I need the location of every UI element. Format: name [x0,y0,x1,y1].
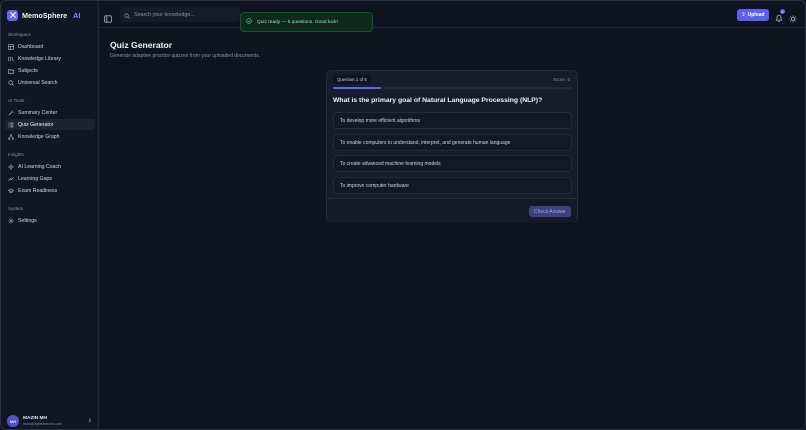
sidebar-item-exam-readiness[interactable]: Exam Readiness [5,185,95,196]
sidebar-item-knowledge-library[interactable]: Knowledge Library [5,53,95,64]
sidebar-item-label: Settings [18,217,37,224]
sidebar-item-quiz-generator[interactable]: Quiz Generator [5,119,95,130]
dashboard-icon [8,43,14,50]
library-icon [8,56,14,62]
quiz-icon [8,122,14,128]
chevron-updown-icon: ⇕ [87,418,92,424]
app-window: MemoSphere AI Workspace Dashboard Knowle… [0,0,806,430]
progress-fill [333,87,381,89]
section-label-insights: Insights [8,152,24,157]
answer-option[interactable]: To enable computers to understand, inter… [333,134,572,151]
upload-button[interactable]: ⇪ Upload [737,9,769,21]
page-subtitle: Generate adaptive practice quizzes from … [110,53,261,59]
toast-message: Quiz ready — 5 questions. Good luck! [257,19,338,25]
sidebar-item-settings[interactable]: Settings [5,215,95,226]
sidebar-item-learning-gaps[interactable]: Learning Gaps [5,173,95,184]
graduation-cap-icon [8,188,14,194]
trend-icon [8,176,14,182]
sidebar-item-dashboard[interactable]: Dashboard [5,41,95,52]
theme-toggle-icon[interactable] [789,10,797,23]
user-menu[interactable]: MH MAZIN MH mzn@3@fshmore.com ⇕ [7,414,95,428]
upload-icon: ⇪ [741,12,746,18]
brand-name: MemoSphere [22,10,68,20]
sidebar-item-label: Universal Search [18,79,58,86]
quiz-card: Question 1 of 5 Score: 0 What is the pri… [326,70,578,223]
search-icon [124,6,130,24]
search-input[interactable] [134,11,234,18]
sidebar-item-label: Quiz Generator [18,121,54,128]
sidebar-item-knowledge-graph[interactable]: Knowledge Graph [5,131,95,142]
folder-icon [8,68,14,74]
top-bar: ⇪ Upload 9 [99,1,805,28]
sidebar-item-label: Knowledge Library [18,55,61,62]
score-label: Score: 0 [552,77,570,82]
sidebar-item-ai-learning-coach[interactable]: AI Learning Coach [5,161,95,172]
search-bar[interactable] [120,7,240,22]
toast-notification: Quiz ready — 5 questions. Good luck! [240,12,373,32]
search-icon [8,79,14,86]
sidebar-item-label: Dashboard [18,43,44,50]
progress-bar [333,87,572,89]
sidebar-item-subjects[interactable]: Subjects [5,65,95,76]
sidebar-item-universal-search[interactable]: Universal Search [5,77,95,88]
question-text: What is the primary goal of Natural Lang… [333,97,543,104]
sidebar-item-label: AI Learning Coach [18,163,61,170]
check-answer-button[interactable]: Check Answer [529,206,571,217]
answer-option[interactable]: To develop more efficient algorithms [333,112,572,129]
quiz-card-footer: Check Answer [327,198,577,223]
sidebar-item-label: Learning Gaps [18,175,53,182]
graph-icon [8,133,14,140]
sparkle-icon [8,163,14,170]
sidebar-toggle-icon[interactable] [104,10,112,23]
avatar: MH [7,415,19,427]
sidebar-item-label: Exam Readiness [18,187,58,194]
brand[interactable]: MemoSphere AI [7,8,80,22]
sidebar-item-label: Subjects [18,67,38,74]
sidebar-item-label: Summary Center [18,109,58,116]
answer-option[interactable]: To create advanced machine learning mode… [333,155,572,172]
page-title: Quiz Generator [110,40,173,50]
sidebar-item-label: Knowledge Graph [18,133,60,140]
sidebar: MemoSphere AI Workspace Dashboard Knowle… [1,1,99,429]
notification-badge: 9 [780,9,785,14]
wand-icon [8,109,14,116]
sidebar-item-summary-center[interactable]: Summary Center [5,107,95,118]
gear-icon [8,218,14,224]
section-label-workspace: Workspace [8,32,31,37]
user-email: mzn@3@fshmore.com [23,421,62,426]
question-progress-badge: Question 1 of 5 [333,75,371,84]
logo-icon [7,9,18,21]
section-label-system: System [8,206,24,211]
upload-label: Upload [747,12,765,18]
answer-option[interactable]: To improve computer hardware [333,177,572,194]
check-circle-icon [246,18,252,26]
section-label-ai-tools: AI Tools [8,98,25,103]
brand-accent: AI [73,10,81,20]
